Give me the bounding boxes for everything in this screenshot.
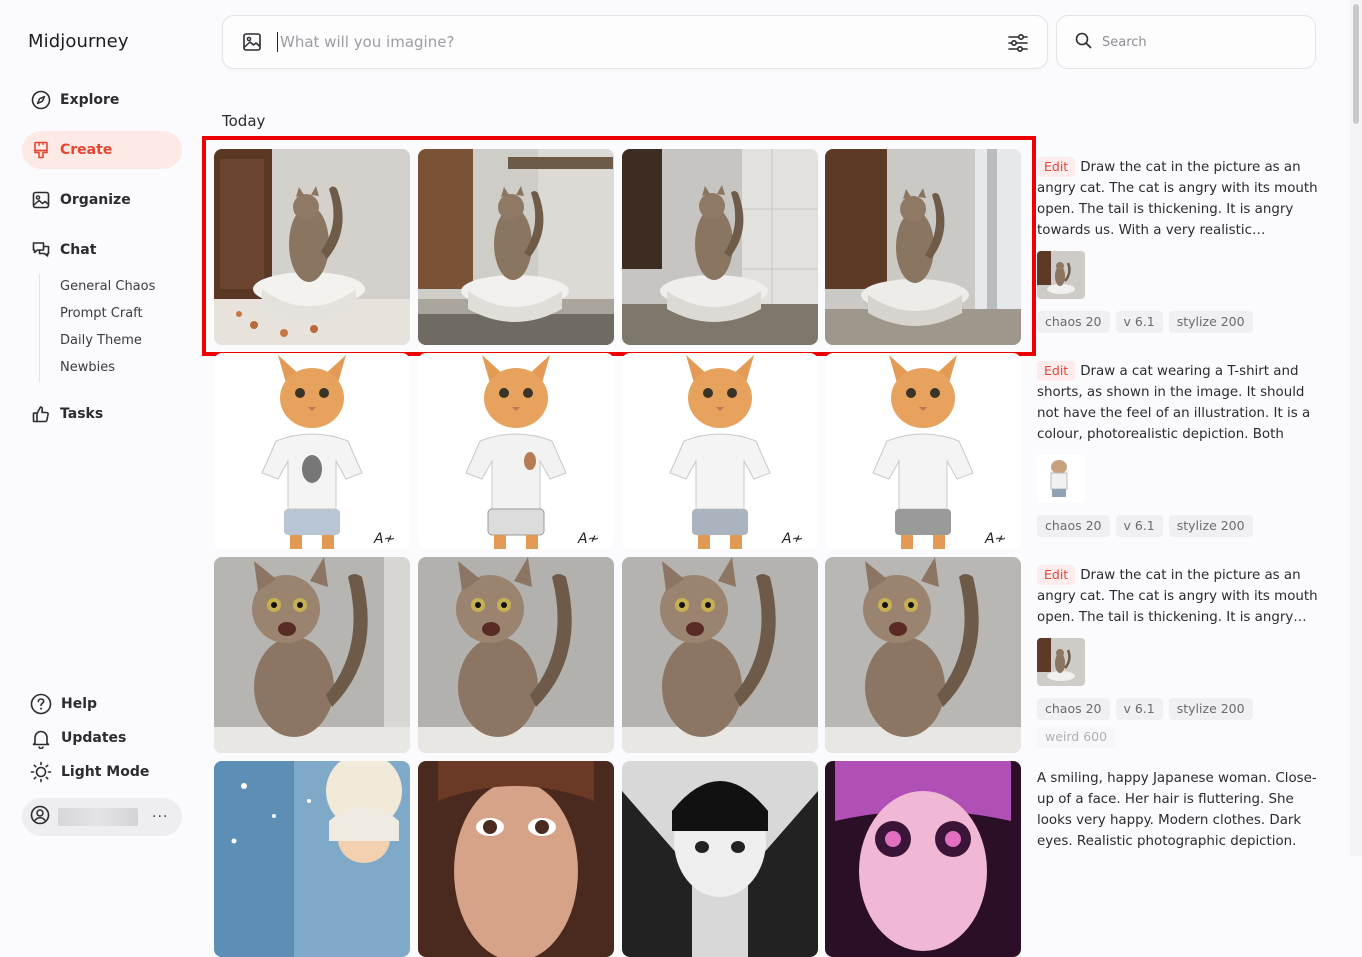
tag-version: v 6.1 xyxy=(1115,698,1163,720)
job3-prompt: Edit Draw the cat in the picture as an an… xyxy=(1037,565,1319,628)
section-heading-today: Today xyxy=(222,112,266,130)
svg-text:A≁: A≁ xyxy=(373,531,395,547)
add-image-icon[interactable] xyxy=(241,31,263,53)
job3-prompt-text[interactable]: Draw the cat in the picture as an angry … xyxy=(1037,568,1318,625)
app-logo[interactable]: Midjourney xyxy=(28,31,129,52)
svg-text:A≁: A≁ xyxy=(984,531,1006,547)
job2-prompt: Edit Draw a cat wearing a T-shirt and sho… xyxy=(1037,361,1319,445)
job4-image-2[interactable] xyxy=(418,761,614,957)
job1-image-3[interactable] xyxy=(622,149,818,345)
job1-edit-button[interactable]: Edit xyxy=(1037,157,1076,177)
nav-help[interactable]: Help xyxy=(30,693,97,715)
tag-chaos: chaos 20 xyxy=(1037,515,1110,537)
nav-help-label: Help xyxy=(61,696,98,712)
prompt-bar xyxy=(222,15,1048,69)
nav-updates-label: Updates xyxy=(61,730,127,746)
nav-updates[interactable]: Updates xyxy=(30,727,126,749)
tag-version: v 6.1 xyxy=(1115,311,1163,333)
thumbs-up-icon xyxy=(31,404,51,424)
job3-image-4[interactable] xyxy=(825,557,1021,753)
text-caret xyxy=(277,32,278,52)
job1-reference-image[interactable] xyxy=(1037,251,1085,299)
nav-explore-label: Explore xyxy=(60,92,120,108)
job3-tags: chaos 20 v 6.1 stylize 200 weird 600 xyxy=(1037,698,1319,748)
page-scrollbar[interactable] xyxy=(1350,0,1362,856)
job4-prompt[interactable]: A smiling, happy Japanese woman. Close-u… xyxy=(1037,768,1319,852)
svg-text:A≁: A≁ xyxy=(577,531,599,547)
scrollbar-thumb[interactable] xyxy=(1353,4,1359,124)
nav-tasks-label: Tasks xyxy=(60,406,104,422)
job3-details: Edit Draw the cat in the picture as an an… xyxy=(1037,565,1319,748)
compass-icon xyxy=(31,90,51,110)
nav-light-mode[interactable]: Light Mode xyxy=(30,761,149,783)
job3-edit-button[interactable]: Edit xyxy=(1037,565,1076,585)
job3-reference-image[interactable] xyxy=(1037,638,1085,686)
nav-create[interactable]: Create xyxy=(22,131,182,169)
job2-edit-button[interactable]: Edit xyxy=(1037,361,1076,381)
help-icon xyxy=(30,693,52,715)
job4-image-1[interactable] xyxy=(214,761,410,957)
nav-create-label: Create xyxy=(60,142,113,158)
prompt-input[interactable] xyxy=(280,33,980,51)
sun-icon xyxy=(30,761,52,783)
brush-icon xyxy=(31,140,51,160)
tag-version: v 6.1 xyxy=(1115,515,1163,537)
job4-image-3[interactable] xyxy=(622,761,818,957)
svg-text:A≁: A≁ xyxy=(781,531,803,547)
job1-image-4[interactable] xyxy=(825,149,1021,345)
nav-chat-label: Chat xyxy=(60,242,97,258)
tag-weird: weird 600 xyxy=(1037,726,1116,748)
nav-organize[interactable]: Organize xyxy=(22,181,182,219)
more-options-icon[interactable]: ··· xyxy=(152,809,168,825)
tag-stylize: stylize 200 xyxy=(1168,515,1253,537)
job4-details: A smiling, happy Japanese woman. Close-u… xyxy=(1037,768,1319,852)
sidebar: Midjourney Explore Create Organize Chat … xyxy=(0,0,200,856)
chat-rooms-divider xyxy=(39,274,40,382)
job2-details: Edit Draw a cat wearing a T-shirt and sho… xyxy=(1037,361,1319,537)
user-account-button[interactable]: ··· xyxy=(22,798,182,836)
chat-room-newbies[interactable]: Newbies xyxy=(60,360,115,375)
job4-image-4[interactable] xyxy=(825,761,1021,957)
tag-chaos: chaos 20 xyxy=(1037,698,1110,720)
tag-stylize: stylize 200 xyxy=(1168,311,1253,333)
nav-organize-label: Organize xyxy=(60,192,131,208)
nav-chat[interactable]: Chat xyxy=(22,231,182,269)
job2-image-2[interactable]: A≁ xyxy=(418,353,614,549)
job2-image-1[interactable]: A≁ xyxy=(214,353,410,549)
job3-image-2[interactable] xyxy=(418,557,614,753)
job1-image-1[interactable] xyxy=(214,149,410,345)
job2-image-4[interactable]: A≁ xyxy=(825,353,1021,549)
tag-chaos: chaos 20 xyxy=(1037,311,1110,333)
chat-bubbles-icon xyxy=(31,240,51,260)
job2-tags: chaos 20 v 6.1 stylize 200 xyxy=(1037,515,1319,537)
user-name-redacted xyxy=(58,808,138,826)
job2-prompt-text[interactable]: Draw a cat wearing a T-shirt and shorts,… xyxy=(1037,364,1310,445)
job2-reference-image[interactable] xyxy=(1037,455,1085,503)
job1-tags: chaos 20 v 6.1 stylize 200 xyxy=(1037,311,1319,333)
search-icon xyxy=(1075,32,1092,53)
job3-image-1[interactable] xyxy=(214,557,410,753)
user-avatar-icon xyxy=(30,805,50,829)
nav-tasks[interactable]: Tasks xyxy=(22,395,182,433)
chat-room-daily-theme[interactable]: Daily Theme xyxy=(60,333,142,348)
chat-room-general-chaos[interactable]: General Chaos xyxy=(60,279,155,294)
job1-prompt: Edit Draw the cat in the picture as an an… xyxy=(1037,157,1319,241)
chat-room-prompt-craft[interactable]: Prompt Craft xyxy=(60,306,143,321)
job3-image-3[interactable] xyxy=(622,557,818,753)
job1-image-2[interactable] xyxy=(418,149,614,345)
job1-prompt-text[interactable]: Draw the cat in the picture as an angry … xyxy=(1037,160,1318,238)
job2-image-3[interactable]: A≁ xyxy=(622,353,818,549)
bell-icon xyxy=(30,727,52,749)
image-gallery-icon xyxy=(31,190,51,210)
job1-details: Edit Draw the cat in the picture as an an… xyxy=(1037,157,1319,333)
nav-light-mode-label: Light Mode xyxy=(61,764,150,780)
nav-explore[interactable]: Explore xyxy=(22,81,182,119)
search-bar xyxy=(1056,15,1316,69)
settings-sliders-icon[interactable] xyxy=(1007,32,1029,54)
tag-stylize: stylize 200 xyxy=(1168,698,1253,720)
search-input[interactable] xyxy=(1102,34,1302,50)
